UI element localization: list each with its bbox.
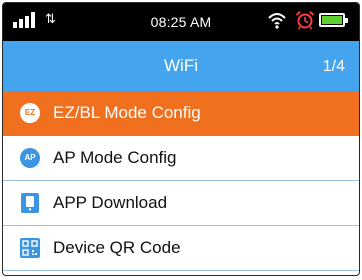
qr-code-icon — [20, 238, 40, 258]
ez-mode-icon: EZ — [20, 103, 40, 123]
battery-icon — [319, 13, 348, 27]
wifi-signal-icon — [268, 13, 286, 29]
menu-item-label: EZ/BL Mode Config — [53, 103, 201, 122]
menu-item-ap-mode-config[interactable]: AP AP Mode Config — [3, 136, 359, 181]
ap-mode-icon: AP — [20, 148, 40, 168]
menu-item-app-download[interactable]: APP Download — [3, 181, 359, 226]
phone-download-icon — [21, 193, 39, 213]
menu-item-device-qr-code[interactable]: Device QR Code — [3, 226, 359, 271]
menu-item-ez-bl-mode-config[interactable]: EZ EZ/BL Mode Config — [3, 91, 359, 136]
menu-item-label: AP Mode Config — [53, 148, 177, 167]
header-bar: WiFi 1/4 — [3, 41, 359, 91]
alarm-clock-icon — [295, 11, 315, 30]
page-indicator: 1/4 — [322, 58, 345, 75]
status-bar: ⇅ 08:25 AM — [3, 3, 359, 41]
page-title: WiFi — [164, 56, 198, 75]
menu-item-label: Device QR Code — [53, 238, 181, 257]
menu-item-label: APP Download — [53, 193, 168, 212]
phone-screen: ⇅ 08:25 AM WiFi 1/4 EZ EZ/BL Mode Config — [2, 2, 360, 276]
wifi-menu: EZ EZ/BL Mode Config AP AP Mode Config A… — [3, 91, 359, 271]
